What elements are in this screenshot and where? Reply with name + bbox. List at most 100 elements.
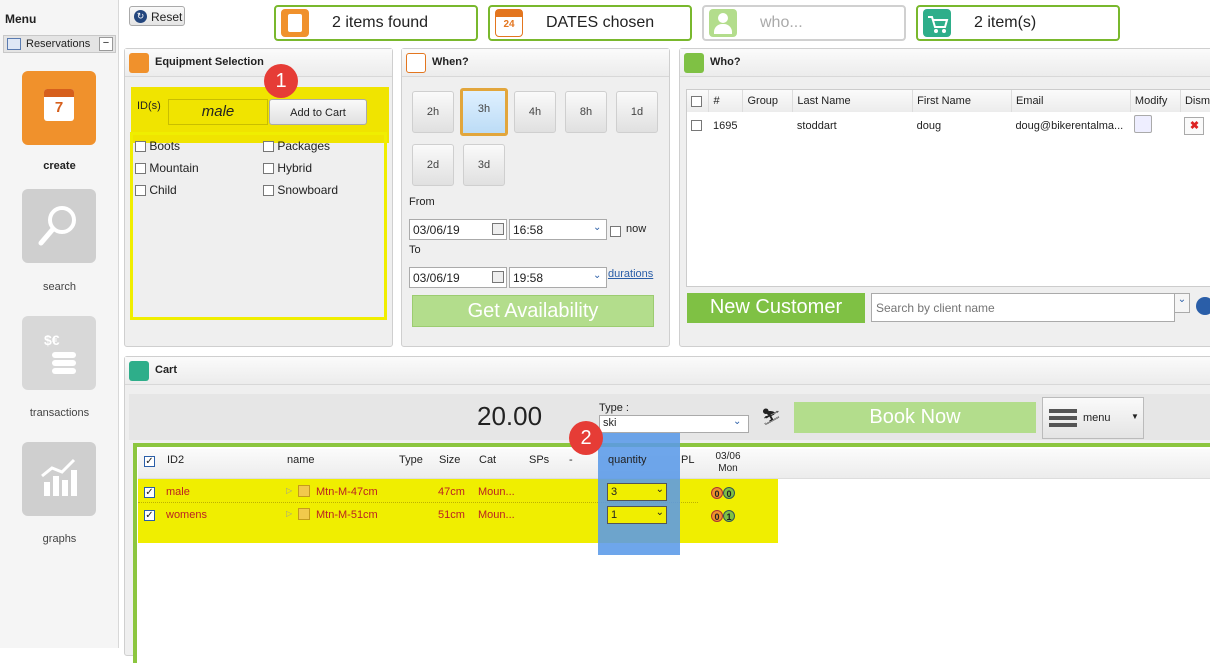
cell-firstname: doug — [916, 119, 942, 132]
col-group: Group — [742, 90, 794, 112]
quantity-select[interactable]: 1 ⌄ — [607, 506, 667, 524]
col-date-value: 03/06 — [715, 451, 741, 462]
calendar-picker-icon[interactable] — [492, 271, 504, 283]
row-checkbox[interactable] — [144, 486, 155, 498]
transactions-label[interactable]: transactions — [0, 407, 119, 419]
dates-chosen-box[interactable]: 24 DATES chosen — [488, 5, 692, 41]
availability-badges: 01 — [711, 509, 735, 523]
dismiss-button[interactable]: ✖ — [1180, 112, 1210, 139]
book-now-button[interactable]: Book Now — [794, 402, 1036, 433]
durations-link[interactable]: durations — [608, 268, 653, 280]
id-input[interactable]: male — [168, 99, 268, 125]
dates-chosen-text: DATES chosen — [546, 14, 655, 31]
boots-checkbox[interactable] — [135, 141, 146, 153]
table-row[interactable]: 1695 stoddart doug doug@bikerentalma... … — [687, 112, 1210, 139]
filter-mountain[interactable]: Mountain — [135, 161, 199, 175]
chevron-down-icon[interactable]: ⌄ — [733, 416, 741, 427]
quantity-select[interactable]: 3 ⌄ — [607, 483, 667, 501]
type-label: Type : — [599, 402, 629, 414]
col-pl: PL — [681, 454, 695, 466]
cell-cat: Moun... — [478, 509, 515, 521]
duration-2d[interactable]: 2d — [412, 144, 454, 186]
calendar-day-24: 24 — [503, 19, 515, 30]
cell-email: doug@bikerentalma... — [1015, 119, 1124, 132]
duration-1d[interactable]: 1d — [616, 91, 658, 133]
create-tile[interactable]: 7 — [22, 71, 96, 145]
items-found-box[interactable]: 2 items found — [274, 5, 478, 41]
cell-lastname: stoddart — [796, 119, 837, 132]
calendar-icon — [406, 53, 426, 73]
client-search-input[interactable] — [871, 293, 1175, 322]
reservations-bar[interactable]: Reservations − — [3, 35, 116, 53]
add-to-cart-button[interactable]: Add to Cart — [269, 99, 367, 125]
menu-dropdown[interactable]: menu ▼ — [1042, 397, 1144, 439]
menu-label: menu — [1083, 412, 1111, 424]
chevron-down-icon[interactable]: ⌄ — [1174, 293, 1190, 313]
chevron-down-icon[interactable]: ⌄ — [593, 222, 601, 233]
col-id2: ID2 — [167, 454, 185, 466]
mountain-checkbox[interactable] — [135, 163, 146, 175]
hybrid-checkbox[interactable] — [263, 163, 274, 175]
snowboard-label: Snowboard — [277, 183, 339, 197]
packages-checkbox[interactable] — [263, 141, 274, 153]
graphs-label[interactable]: graphs — [0, 533, 119, 545]
available-badge: 0 — [723, 487, 735, 499]
close-icon: ✖ — [1184, 116, 1205, 135]
chevron-down-icon: ⌄ — [655, 507, 664, 518]
expand-icon[interactable]: ▷ — [286, 486, 292, 495]
col-email: Email — [1011, 90, 1131, 112]
modify-button[interactable] — [1130, 112, 1180, 139]
get-availability-button[interactable]: Get Availability — [412, 295, 654, 327]
graphs-tile[interactable] — [22, 442, 96, 516]
search-label[interactable]: search — [0, 281, 119, 293]
equipment-title: Equipment Selection — [155, 56, 264, 68]
cart-title: Cart — [155, 364, 178, 376]
cart-total: 20.00 — [477, 401, 543, 431]
chevron-down-icon[interactable]: ⌄ — [593, 270, 601, 281]
filter-hybrid[interactable]: Hybrid — [263, 161, 312, 175]
filter-snowboard[interactable]: Snowboard — [263, 183, 338, 197]
filter-boots[interactable]: Boots — [135, 139, 180, 153]
filter-child[interactable]: Child — [135, 183, 177, 197]
duration-2h[interactable]: 2h — [412, 91, 454, 133]
customer-table: # Group Last Name First Name Email Modif… — [687, 90, 1210, 139]
row-checkbox[interactable] — [144, 509, 155, 521]
cart-items-box[interactable]: 2 item(s) — [916, 5, 1120, 41]
create-label[interactable]: create — [0, 160, 119, 172]
who-box[interactable]: who... — [702, 5, 906, 41]
duration-8h[interactable]: 8h — [565, 91, 607, 133]
calendar-icon: 24 — [495, 9, 523, 37]
row-checkbox[interactable] — [687, 112, 709, 139]
search-tile[interactable] — [22, 189, 96, 263]
type-select[interactable]: ski — [599, 415, 749, 433]
cell-id2: womens — [166, 509, 207, 521]
add-icon[interactable] — [1196, 297, 1210, 315]
cell-size: 47cm — [438, 486, 465, 498]
expand-icon[interactable]: ▷ — [286, 509, 292, 518]
new-customer-button[interactable]: New Customer — [687, 293, 865, 323]
transactions-tile[interactable]: $€ — [22, 316, 96, 390]
caret-down-icon: ▼ — [1131, 412, 1139, 421]
cart-select-all[interactable] — [144, 454, 155, 468]
magnifier-icon — [38, 206, 76, 246]
col-date: 03/06 Mon — [711, 451, 745, 475]
duration-3d[interactable]: 3d — [463, 144, 505, 186]
availability-badges: 00 — [711, 486, 735, 500]
duration-3h[interactable]: 3h — [460, 88, 508, 136]
select-all-header[interactable] — [687, 90, 710, 112]
reset-button[interactable]: ↻ Reset — [129, 6, 185, 26]
cell-cat: Moun... — [478, 486, 515, 498]
now-checkbox[interactable] — [610, 224, 621, 238]
hamburger-icon — [1049, 409, 1077, 413]
filter-packages[interactable]: Packages — [263, 139, 330, 153]
calendar-picker-icon[interactable] — [492, 223, 504, 235]
minimize-button[interactable]: − — [99, 37, 113, 51]
refresh-icon: ↻ — [134, 10, 147, 23]
duration-4h[interactable]: 4h — [514, 91, 556, 133]
child-checkbox[interactable] — [135, 185, 146, 197]
snowboard-checkbox[interactable] — [263, 185, 274, 197]
col-size: Size — [439, 454, 461, 466]
child-label: Child — [149, 183, 177, 197]
cell-id2: male — [166, 486, 190, 498]
reserved-badge: 0 — [711, 487, 723, 499]
